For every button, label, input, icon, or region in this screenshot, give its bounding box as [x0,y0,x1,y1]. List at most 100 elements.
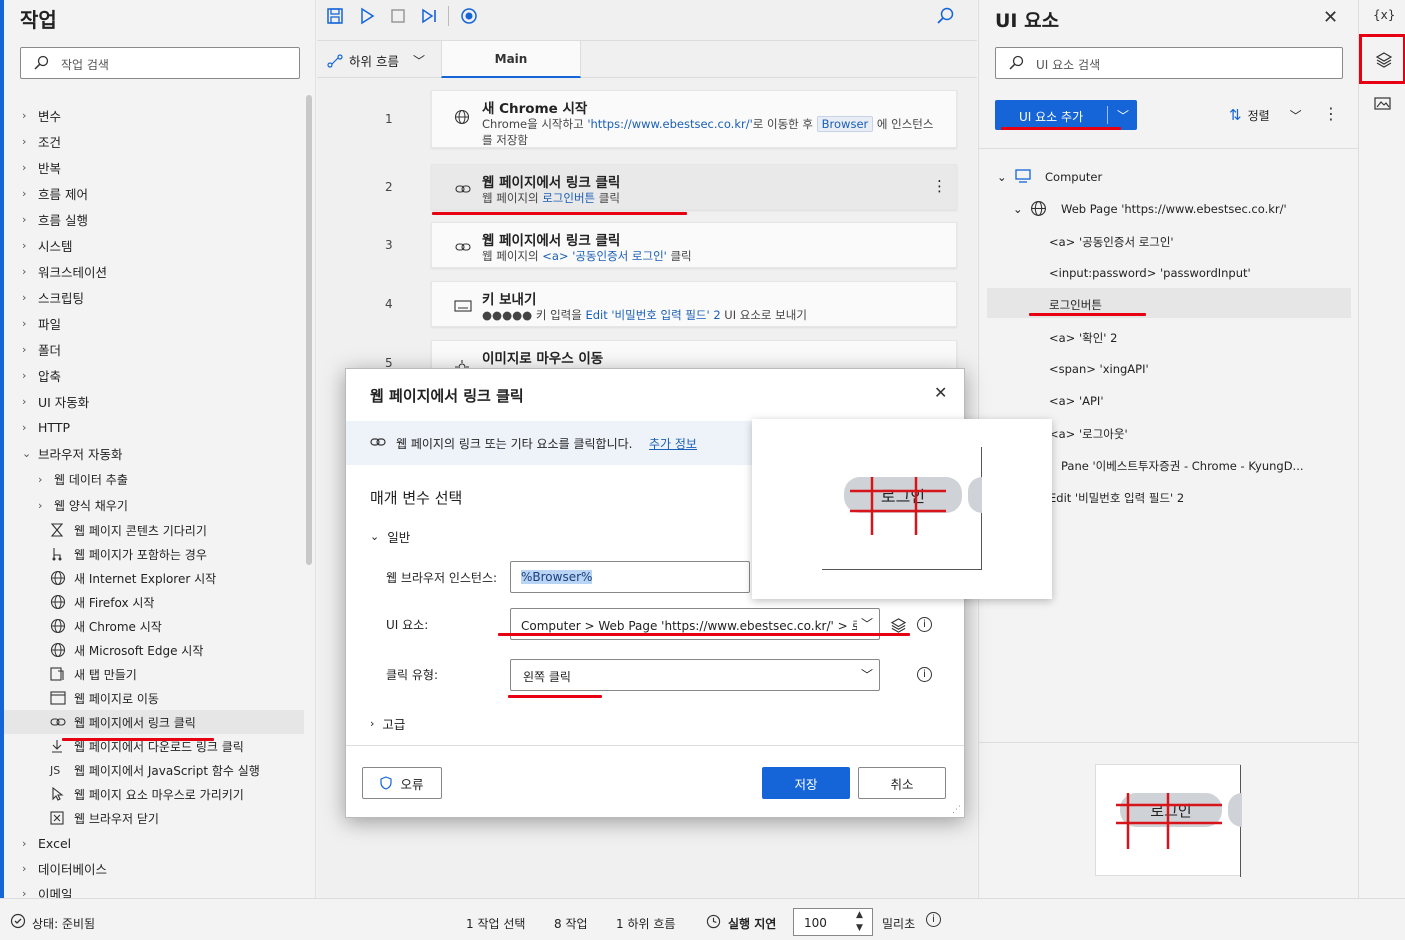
subcategory-item[interactable]: › 웹 데이터 추출 [38,467,128,491]
action-item[interactable]: 웹 브라우저 닫기 [50,806,159,830]
run-next-icon[interactable] [419,6,439,26]
tree-ui-element[interactable]: <a> '공동인증서 로그인' [1049,234,1174,250]
category-item[interactable]: › 압축 [22,363,61,387]
layers-icon[interactable] [890,617,907,634]
tab-main[interactable]: Main [441,41,581,78]
tree-ui-element[interactable]: <span> 'xingAPI' [1049,362,1149,376]
info-icon[interactable]: i [917,667,932,682]
close-icon[interactable]: ✕ [934,383,947,402]
action-item[interactable]: 새 Internet Explorer 시작 [50,566,216,590]
error-button[interactable]: 오류 [362,767,442,799]
cancel-button[interactable]: 취소 [858,767,946,799]
more-info-link[interactable]: 추가 정보 [649,435,697,452]
delay-input[interactable]: 100 ▲ ▼ [793,908,873,936]
category-item[interactable]: › 흐름 제어 [22,181,88,205]
click-type-select[interactable]: 왼쪽 클릭 ﹀ [510,659,880,691]
general-section-toggle[interactable]: ⌄ 일반 [370,527,410,546]
chevron-right-icon: › [22,420,27,434]
ui-elements-search-input[interactable]: UI 요소 검색 [995,47,1343,79]
variable-tag[interactable]: Browser [816,116,874,132]
action-item[interactable]: 새 Microsoft Edge 시작 [50,638,203,662]
save-button[interactable]: 저장 [762,767,850,799]
images-icon[interactable] [1374,96,1391,111]
browser-instance-field[interactable]: %Browser% [510,561,750,593]
tree-ui-element[interactable]: <input:password> 'passwordInput' [1049,266,1251,280]
section-title: 매개 변수 선택 [370,489,463,507]
chevron-down-icon[interactable]: ⌄ [997,170,1007,184]
flow-step[interactable]: 웹 페이지에서 링크 클릭 웹 페이지의 로그인버튼 클릭 ⋮ [431,164,957,210]
action-label: 웹 브라우저 닫기 [74,811,159,826]
category-item[interactable]: › 반복 [22,155,61,179]
action-item[interactable]: 웹 페이지 요소 마우스로 가리키기 [50,782,244,806]
category-item[interactable]: › 데이터베이스 [22,856,107,880]
tree-edit[interactable]: Edit '비밀번호 입력 필드' 2 [1049,490,1184,506]
category-item[interactable]: › 시스템 [22,233,73,257]
action-item[interactable]: 웹 페이지 콘텐츠 기다리기 [50,518,207,542]
search-icon[interactable] [935,6,955,26]
info-icon[interactable]: i [926,912,941,927]
variables-icon[interactable]: {x} [1373,8,1395,22]
category-item[interactable]: › 스크립팅 [22,285,84,309]
step-link[interactable]: <a> '공동인증서 로그인' [542,249,667,263]
category-item[interactable]: › 변수 [22,103,61,127]
flow-step[interactable]: 키 보내기 ●●●●● 키 입력을 Edit '비밀번호 입력 필드' 2 UI … [431,281,957,327]
stop-icon[interactable] [388,6,408,26]
more-options-icon[interactable]: ⋮ [1323,104,1339,123]
info-icon[interactable]: i [917,617,932,632]
ui-elements-rail-button[interactable] [1359,34,1405,84]
step-link[interactable]: 'https://www.ebestsec.co.kr/' [587,117,752,131]
chevron-down-icon[interactable]: ⌄ [1013,202,1023,216]
category-item[interactable]: ⌄ 브라우저 자동화 [22,441,122,465]
action-item[interactable]: 웹 페이지가 포함하는 경우 [50,542,207,566]
actions-search-input[interactable]: 작업 검색 [20,47,300,79]
category-item[interactable]: › 파일 [22,311,61,335]
search-icon [1009,55,1024,70]
sort-dropdown[interactable]: ⇅ 정렬 ﹀ [1229,106,1302,124]
category-item[interactable]: › 워크스테이션 [22,259,107,283]
resize-grip-icon[interactable]: ⋰ [952,805,961,815]
action-item[interactable]: JS 웹 페이지에서 JavaScript 함수 실행 [50,758,260,782]
actions-scrollbar[interactable] [306,95,312,565]
subcategory-item[interactable]: › 웹 양식 채우기 [38,493,128,517]
action-item[interactable]: 웹 페이지에서 링크 클릭 [4,710,304,734]
add-ui-element-button[interactable]: UI 요소 추가 ﹀ [995,100,1137,130]
flow-step[interactable]: 새 Chrome 시작 Chrome을 시작하고 'https://www.ebe… [431,90,957,148]
action-item[interactable]: 웹 페이지로 이동 [50,686,159,710]
hourglass-icon [50,523,74,537]
run-icon[interactable] [357,6,377,26]
record-icon[interactable] [459,6,479,26]
category-item[interactable]: › 폴더 [22,337,61,361]
action-item[interactable]: 새 Firefox 시작 [50,590,154,614]
category-item[interactable]: › Excel [22,831,71,855]
action-item[interactable]: 새 탭 만들기 [50,662,137,686]
tree-ui-element[interactable]: <a> '로그아웃' [1049,426,1128,442]
subflow-dropdown[interactable]: 하위 흐름 ﹀ [327,51,425,70]
delay-label: 실행 지연 [728,917,777,931]
tree-ui-element[interactable]: <a> 'API' [1049,394,1104,408]
tree-ui-element[interactable]: 로그인버튼 [1049,297,1102,313]
category-item[interactable]: › UI 자동화 [22,389,89,413]
tree-computer[interactable]: Computer [1045,170,1102,184]
save-icon[interactable] [325,6,345,26]
category-item[interactable]: › 흐름 실행 [22,207,88,231]
download-icon [50,739,74,753]
click-link-dialog: 웹 페이지에서 링크 클릭 ✕ 웹 페이지의 링크 또는 기타 요소를 클릭합니… [345,368,1052,818]
step-link[interactable]: 로그인버튼 [542,191,595,205]
category-item[interactable]: › 조건 [22,129,61,153]
stepper-icon[interactable]: ▲ ▼ [856,909,863,935]
highlight-underline [432,212,687,215]
info-banner: 웹 페이지의 링크 또는 기타 요소를 클릭합니다. 추가 정보 [346,421,752,465]
action-label: 웹 페이지 요소 마우스로 가리키기 [74,787,244,802]
more-options-icon[interactable]: ⋮ [932,177,947,195]
close-icon[interactable]: ✕ [1323,7,1338,28]
chevron-right-icon: › [38,472,43,486]
tree-ui-element[interactable]: <a> '확인' 2 [1049,330,1117,346]
advanced-section-toggle[interactable]: › 고급 [370,714,405,733]
step-link[interactable]: Edit '비밀번호 입력 필드' 2 [585,308,720,322]
chevron-down-icon[interactable]: ﹀ [1117,107,1129,124]
tree-pane[interactable]: Pane '이베스트투자증권 - Chrome - KyungD... [1061,458,1304,474]
category-item[interactable]: › HTTP [22,415,70,439]
action-item[interactable]: 새 Chrome 시작 [50,614,162,638]
flow-step[interactable]: 웹 페이지에서 링크 클릭 웹 페이지의 <a> '공동인증서 로그인' 클릭 [431,222,957,268]
tree-webpage[interactable]: Web Page 'https://www.ebestsec.co.kr/' [1061,202,1287,216]
